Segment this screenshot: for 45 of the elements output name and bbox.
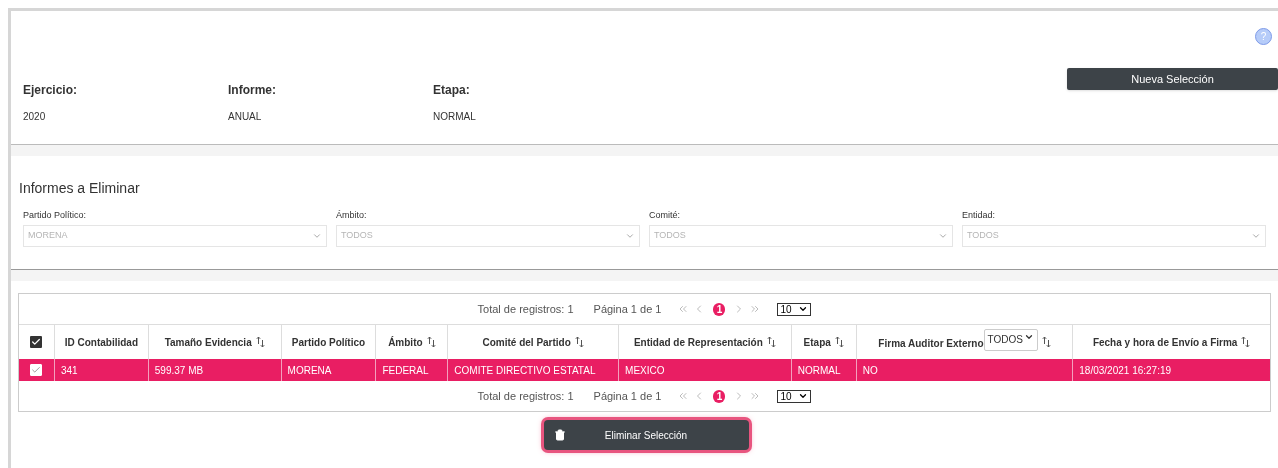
select-all-checkbox[interactable]: [30, 336, 43, 348]
sort-icon[interactable]: [1241, 336, 1251, 348]
chevron-down-icon: [798, 304, 809, 314]
new-selection-button[interactable]: Nueva Selección: [1067, 68, 1278, 90]
table-cell: FEDERAL: [375, 359, 448, 381]
chevron-down-icon: [798, 391, 809, 401]
trash-icon: [553, 429, 566, 441]
field-value: ANUAL: [228, 110, 263, 124]
table-cell: NO: [855, 359, 1073, 381]
page-number[interactable]: 1: [713, 389, 726, 403]
table-cell: 18/03/2021 16:27:19: [1072, 359, 1270, 381]
table-cell: MEXICO: [618, 359, 791, 381]
sort-icon[interactable]: [834, 336, 844, 348]
field-value: NORMAL: [433, 110, 477, 124]
total-records: Total de registros: 1: [477, 301, 574, 317]
page-size-select[interactable]: 10: [777, 302, 812, 316]
page-number[interactable]: 1: [713, 302, 726, 316]
field-label: Etapa:: [433, 82, 471, 99]
sort-icon[interactable]: [574, 336, 584, 348]
table-cell: 599.37 MB: [147, 359, 281, 381]
filter-label: Ámbito:: [336, 209, 368, 222]
chevron-down-icon: [1023, 332, 1034, 342]
table-cell: 341: [53, 359, 148, 381]
filter-label: Entidad:: [962, 209, 997, 222]
field-value: 2020: [23, 110, 47, 124]
delete-selection-button[interactable]: Eliminar Selección: [543, 420, 749, 450]
field-label: Informe:: [228, 82, 277, 99]
table-cell: MORENA: [280, 359, 376, 381]
sort-icon[interactable]: [1041, 336, 1051, 348]
field-label: Ejercicio:: [23, 82, 79, 99]
sort-icon[interactable]: [255, 336, 265, 348]
page-info: Página 1 de 1: [593, 301, 662, 317]
sort-icon[interactable]: [426, 336, 436, 348]
row-checkbox[interactable]: [30, 364, 43, 376]
table-row[interactable]: 341 599.37 MB MORENA FEDERAL COMITE DIRECTIVO ESTATAL MEXICO NORMAL NO 18/03/2021 16:27:19: [19, 359, 1270, 381]
page-info: Página 1 de 1: [593, 388, 662, 404]
auditor-filter-select[interactable]: TODOS: [983, 329, 1038, 351]
sort-icon[interactable]: [766, 336, 776, 348]
page-size-select[interactable]: 10: [777, 389, 812, 403]
filter-label: Comité:: [649, 209, 681, 222]
section-title: Informes a Eliminar: [19, 179, 141, 198]
table-cell: COMITE DIRECTIVO ESTATAL: [447, 359, 619, 381]
total-records: Total de registros: 1: [477, 388, 574, 404]
filter-label: Partido Político:: [23, 209, 88, 222]
table-cell: NORMAL: [790, 359, 856, 381]
